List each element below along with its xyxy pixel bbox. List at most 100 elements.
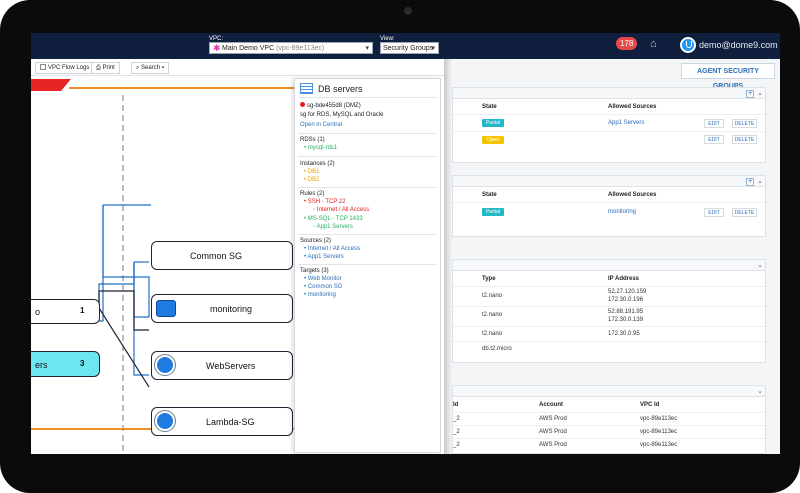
tablet-frame: VPC: ✱ Main Demo VPC (vpc-89e113ec) ▾ Vi… [0,0,800,493]
panel-header: + ⌄ [453,176,765,187]
screen: VPC: ✱ Main Demo VPC (vpc-89e113ec) ▾ Vi… [31,33,780,454]
chevron-down-icon: ▾ [431,45,435,52]
account-cell: AWS Prod [539,416,567,422]
notification-badge[interactable]: 178 [616,37,638,50]
state-badge: Partial [482,208,504,216]
instance-item[interactable]: • DB2 [304,177,319,184]
node-label: WebServers [206,361,256,371]
col-state: State [482,104,497,110]
connector-lines-dark [98,290,150,388]
instances-panel: ⌄ Type IP Address t2.nano 52.27.120.159 … [452,259,766,363]
vpc-cell: vpc-89e113ec [640,429,678,435]
source-link[interactable]: monitoring [608,209,636,216]
info-title: DB servers [318,84,363,94]
col-vpc: VPC Id [640,402,660,408]
sg-info-panel: DB servers sg-bde455d8 (DMZ) sg for RDS,… [294,78,441,453]
rds-header: RDSs (1) [300,137,325,143]
state-badge: Open [482,136,504,144]
node-monitoring[interactable]: monitoring [151,294,293,323]
vpc-asterisk-icon: ✱ [213,43,221,53]
monitor-icon [156,300,176,317]
add-icon[interactable]: + [746,178,755,186]
edit-button[interactable]: EDIT [704,119,724,128]
view-value: Security Groups [383,45,434,52]
sg-id: sg-bde455d8 (DMZ) [300,102,361,110]
panel-header: ⌄ [453,386,765,397]
node-webservers[interactable]: WebServers [151,351,293,380]
rule-source[interactable]: ◦ App1 Servers [313,224,353,231]
node-label: Lambda-SG [206,417,255,427]
source-item[interactable]: • Internet / All Access [304,246,360,253]
checkbox-icon[interactable] [40,64,46,70]
top-bar: VPC: ✱ Main Demo VPC (vpc-89e113ec) ▾ Vi… [31,33,780,59]
type-cell: t2.nano [482,312,503,318]
col-sources: Allowed Sources [608,104,657,110]
sources-header: Sources (2) [300,238,332,244]
rule-item[interactable]: • SSH - TCP 22 [304,199,346,206]
node-left-2[interactable]: ers 3 [31,351,100,377]
type-cell: db.t2.micro [482,346,512,352]
ip-cell: 52.88.191.95 [608,309,644,315]
delete-button[interactable]: DELETE [732,135,757,144]
target-item[interactable]: • Web Monitor [304,276,342,283]
chevron-down-icon[interactable]: ⌄ [757,388,763,395]
view-select[interactable]: Security Groups ▾ [380,42,439,54]
source-item[interactable]: • App1 Servers [304,254,344,261]
col-sources: Allowed Sources [608,192,657,198]
id-cell: _2 [453,442,460,448]
open-in-central-link[interactable]: Open in Central [300,122,342,129]
camera [404,7,412,15]
state-badge: Partial [482,119,504,127]
id-cell: _2 [453,416,460,422]
col-type: Type [482,276,496,282]
table-icon [300,83,313,94]
node-count: 3 [80,359,85,368]
node-label: o [35,307,41,317]
chevron-down-icon[interactable]: ⌄ [757,178,763,185]
edit-button[interactable]: EDIT [704,135,724,144]
add-icon[interactable]: + [746,90,755,98]
rule-source[interactable]: ◦ Internet / All Access [313,207,369,214]
type-cell: t2.nano [482,293,503,299]
rules-header: Rules (2) [300,191,325,197]
sg-panel-2: + ⌄ State Allowed Sources Partial monitor… [452,175,766,237]
search-button[interactable]: ⌕ Search ▾ [131,62,170,74]
ip-cell: 52.27.120.159 [608,289,647,295]
power-icon[interactable] [680,37,696,53]
print-button[interactable]: ⎙ Print [91,62,120,74]
user-email[interactable]: demo@dome9.com [699,40,778,50]
sg-panel-1: + ⌄ State Allowed Sources Partial App1 Se… [452,87,766,163]
delete-button[interactable]: DELETE [732,119,757,128]
node-label: monitoring [210,304,253,314]
vpc-cell: vpc-89e113ec [640,416,678,422]
vpc-flow-logs-toggle[interactable]: VPC Flow Logs [35,62,95,74]
node-left-1[interactable]: o 1 [31,299,100,324]
rds-item[interactable]: • mysql-rds1 [304,145,337,152]
node-common-sg[interactable]: Common SG [151,241,293,270]
panel-header: ⌄ [453,260,765,271]
chevron-down-icon[interactable]: ⌄ [757,90,763,97]
vpc-select[interactable]: ✱ Main Demo VPC (vpc-89e113ec) ▾ [209,42,373,54]
red-band [31,79,71,91]
home-icon[interactable]: ⌂ [650,38,657,50]
type-cell: t2.nano [482,331,503,337]
vpc-cell: vpc-89e113ec [640,442,678,448]
status-dot-icon [300,102,305,107]
agent-security-groups-button[interactable]: AGENT SECURITY GROUPS [681,63,775,90]
delete-button[interactable]: DELETE [732,208,757,217]
target-item[interactable]: • Common SG [304,284,342,291]
vpc-name: Main Demo VPC [222,45,275,52]
rule-item[interactable]: • MS-SQL - TCP 1433 [304,216,363,223]
id-cell: _2 [453,429,460,435]
node-count: 1 [80,306,85,315]
ip-cell: 172.30.0.95 [608,331,640,337]
target-item[interactable]: • monitoring [304,292,336,299]
edit-button[interactable]: EDIT [704,208,724,217]
source-link[interactable]: App1 Servers [608,120,644,127]
instance-item[interactable]: • DB1 [304,169,319,176]
node-lambda-sg[interactable]: Lambda-SG [151,407,293,436]
chevron-down-icon[interactable]: ⌄ [757,262,763,269]
node-label: ers [35,360,48,370]
sg-description: sg for RDS, MySQL and Oracle [300,112,384,118]
node-label: Common SG [190,251,243,261]
